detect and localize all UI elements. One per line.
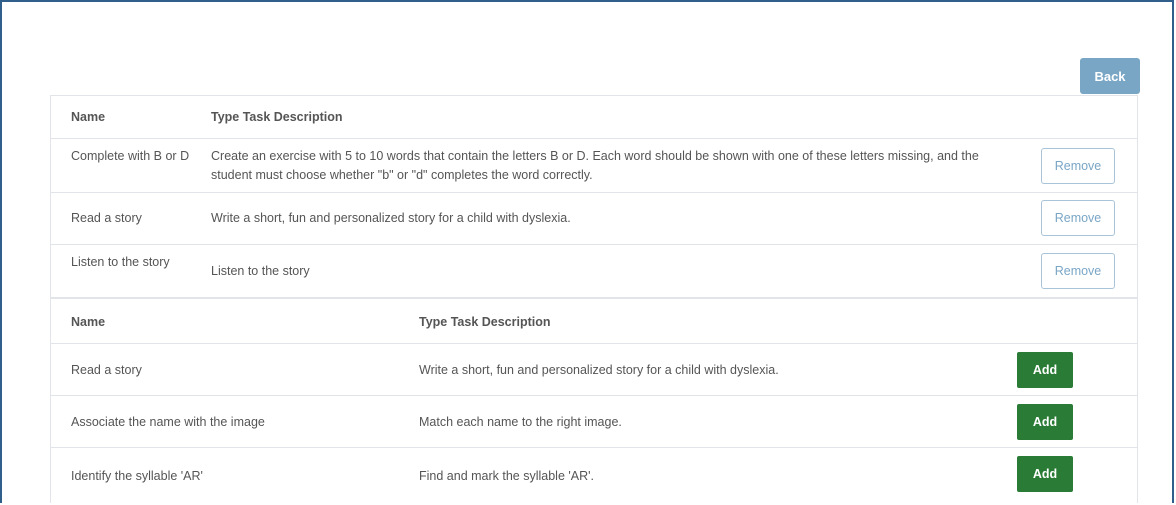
table-row: Associate the name with the image Match … <box>51 395 1137 448</box>
task-description: Write a short, fun and personalized stor… <box>419 363 779 377</box>
available-tasks-table: Name Type Task Description Read a story … <box>50 298 1138 503</box>
back-button[interactable]: Back <box>1080 58 1140 94</box>
task-name: Identify the syllable 'AR' <box>71 469 203 483</box>
task-description: Write a short, fun and personalized stor… <box>211 211 571 225</box>
task-description: Create an exercise with 5 to 10 words th… <box>211 149 979 182</box>
task-name: Read a story <box>71 363 142 377</box>
assigned-tasks-table: Name Type Task Description Complete with… <box>50 95 1138 298</box>
task-description: Listen to the story <box>211 264 310 278</box>
add-button[interactable]: Add <box>1017 404 1073 440</box>
table-row: Identify the syllable 'AR' Find and mark… <box>51 447 1137 505</box>
table-row: Read a story Write a short, fun and pers… <box>51 192 1137 245</box>
task-name: Read a story <box>71 211 142 225</box>
column-header-name: Name <box>71 110 106 124</box>
remove-button[interactable]: Remove <box>1041 253 1115 289</box>
add-button[interactable]: Add <box>1017 456 1073 492</box>
column-header-description: Type Task Description <box>419 315 551 329</box>
table-header: Name Type Task Description <box>51 96 1137 138</box>
column-header-name: Name <box>71 315 106 329</box>
remove-button[interactable]: Remove <box>1041 148 1115 184</box>
remove-button[interactable]: Remove <box>1041 200 1115 236</box>
task-name: Associate the name with the image <box>71 415 265 429</box>
column-header-description: Type Task Description <box>211 110 343 124</box>
table-row: Complete with B or D Create an exercise … <box>51 138 1137 193</box>
table-header: Name Type Task Description <box>51 299 1137 343</box>
add-button[interactable]: Add <box>1017 352 1073 388</box>
task-description: Match each name to the right image. <box>419 415 622 429</box>
task-name: Listen to the story <box>71 255 170 269</box>
task-name: Complete with B or D <box>71 149 190 163</box>
task-description: Find and mark the syllable 'AR'. <box>419 469 594 483</box>
table-row: Listen to the story Listen to the story … <box>51 244 1137 299</box>
table-row: Read a story Write a short, fun and pers… <box>51 343 1137 396</box>
